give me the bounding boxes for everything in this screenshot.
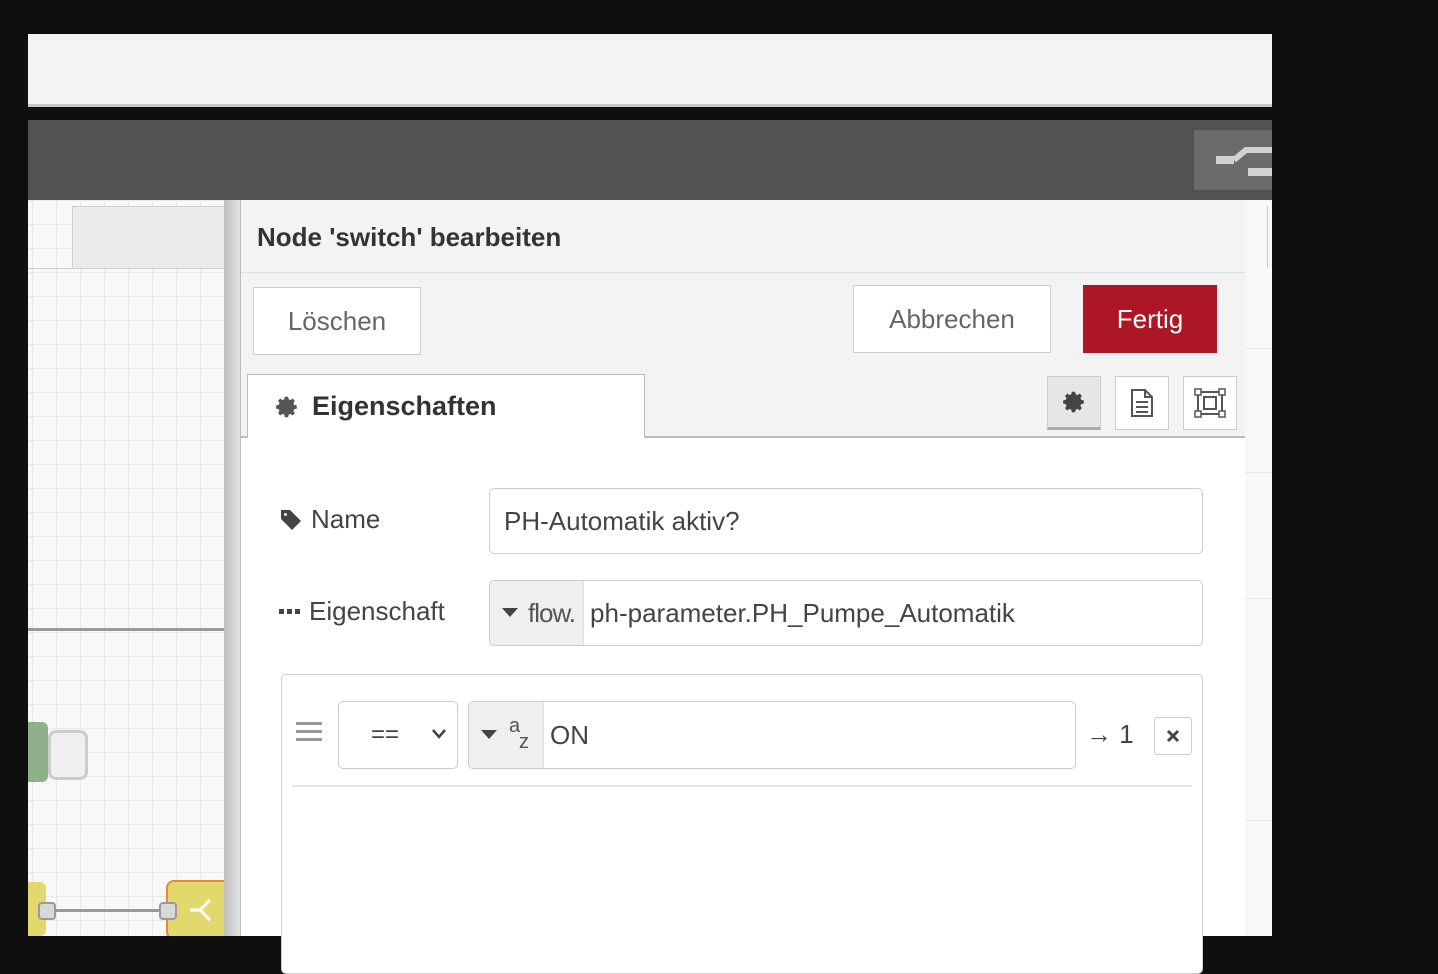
flow-port-dot[interactable] (38, 902, 56, 920)
tab-properties-label: Eigenschaften (312, 391, 497, 421)
gear-icon (274, 394, 300, 420)
property-type-select[interactable]: flow. (490, 581, 585, 645)
rule-value-input[interactable]: az ON (468, 701, 1076, 769)
deploy-button[interactable] (1194, 130, 1272, 190)
chevron-down-icon (431, 728, 447, 740)
remove-rule-button[interactable] (1154, 717, 1192, 755)
tray-title: Node 'switch' bearbeiten (257, 222, 562, 252)
description-tab-button[interactable] (1115, 376, 1169, 430)
rule-value-type-select[interactable]: az (469, 702, 544, 768)
rule-divider (292, 785, 1192, 787)
string-type-icon: az (509, 715, 529, 753)
property-label: Eigenschaft (279, 596, 445, 627)
caret-down-icon (481, 730, 497, 740)
flow-wire (28, 628, 224, 631)
appearance-icon (1194, 388, 1226, 418)
property-input-value: ph-parameter.PH_Pumpe_Automatik (590, 597, 1015, 628)
drag-handle-icon[interactable] (296, 721, 322, 743)
name-label: Name (279, 504, 380, 535)
tab-row: Eigenschaften (241, 366, 1245, 438)
tray-shadow (224, 200, 240, 936)
property-label-text: Eigenschaft (309, 596, 445, 626)
browser-top-bar (28, 34, 1272, 107)
workspace-tab[interactable] (72, 206, 224, 269)
name-input-value: PH-Automatik aktiv? (504, 505, 740, 536)
deploy-icon (1216, 147, 1272, 176)
name-label-text: Name (311, 504, 381, 534)
gear-icon (1063, 391, 1084, 413)
flow-node-port[interactable] (48, 730, 88, 780)
flow-node-green[interactable] (28, 722, 48, 782)
tab-properties[interactable]: Eigenschaften (247, 374, 645, 438)
caret-down-icon (502, 608, 518, 618)
appearance-tab-button[interactable] (1183, 376, 1237, 430)
cancel-button[interactable]: Abbrechen (853, 285, 1051, 353)
workspace-tab-line (28, 268, 224, 269)
rules-list: == az ON → 1 (281, 674, 1203, 974)
properties-tab-button[interactable] (1047, 376, 1101, 430)
rule-operator-value: == (371, 721, 400, 748)
rule-value-text: ON (550, 719, 589, 750)
property-type-prefix: flow. (528, 597, 576, 628)
flow-link (46, 909, 168, 912)
tray-header: Node 'switch' bearbeiten (241, 200, 1245, 273)
close-icon (1166, 729, 1180, 743)
done-button[interactable]: Fertig (1083, 285, 1217, 353)
flow-workspace[interactable] (28, 200, 224, 936)
switch-node-icon (190, 898, 212, 922)
delete-button[interactable]: Löschen (253, 287, 421, 355)
name-input[interactable]: PH-Automatik aktiv? (489, 488, 1203, 554)
flow-port-dot[interactable] (159, 902, 177, 920)
ellipsis-icon (279, 608, 301, 616)
description-icon (1131, 389, 1153, 417)
edit-tray: Node 'switch' bearbeiten Löschen Abbrech… (240, 200, 1246, 974)
rule-operator-select[interactable]: == (338, 701, 458, 769)
header-bar (28, 120, 1272, 200)
sidebar-edge (1245, 200, 1272, 936)
property-input[interactable]: flow. ph-parameter.PH_Pumpe_Automatik (489, 580, 1203, 646)
tray-toolbar: Löschen Abbrechen Fertig (241, 273, 1245, 367)
rule-output-label: → 1 (1086, 719, 1134, 749)
tag-icon (279, 508, 303, 532)
